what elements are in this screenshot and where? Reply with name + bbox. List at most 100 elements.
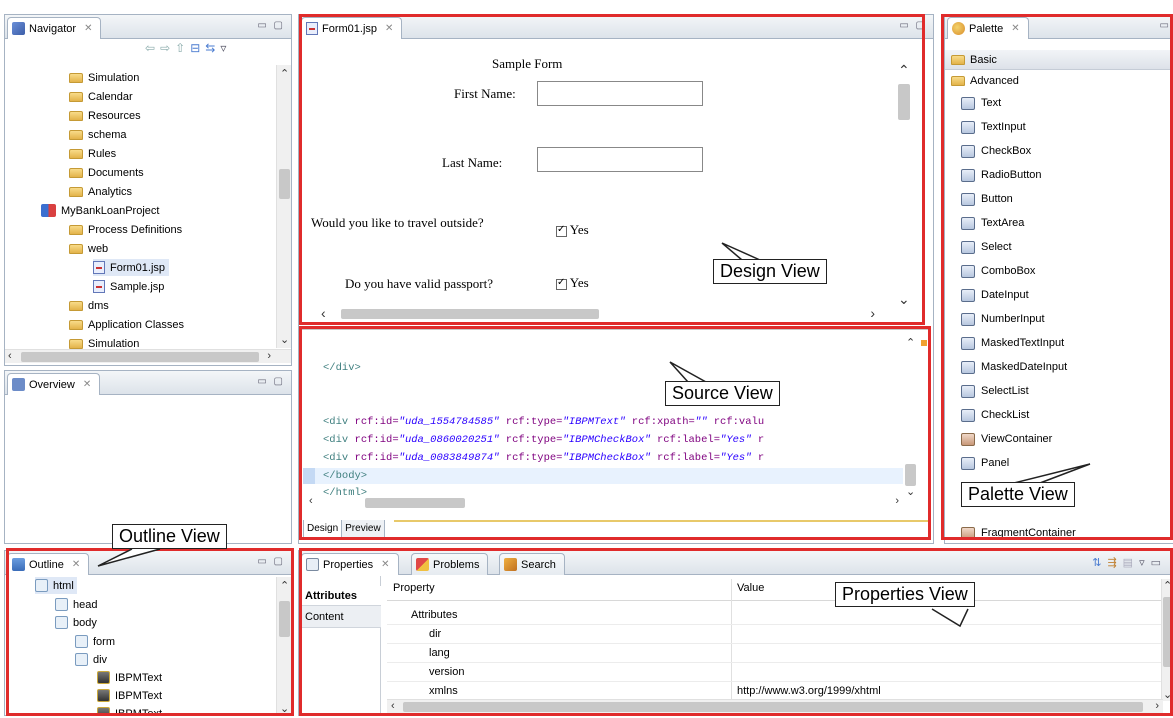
passport-checkbox[interactable] <box>556 277 567 290</box>
scroll-down-icon[interactable]: ⌄ <box>1163 688 1172 701</box>
scroll-thumb[interactable] <box>279 169 290 199</box>
scroll-up-icon[interactable]: ⌃ <box>906 336 915 349</box>
outline-item[interactable]: form <box>75 633 115 650</box>
view-menu-icon[interactable]: ▿ <box>1139 557 1151 569</box>
restore-default-icon[interactable]: ▤ <box>1123 557 1139 569</box>
scroll-down-icon[interactable]: ⌄ <box>280 333 289 346</box>
scroll-thumb[interactable] <box>1163 597 1173 667</box>
tab-navigator[interactable]: Navigator ✕ <box>7 17 102 39</box>
palette-item-text[interactable]: Text <box>961 93 1001 113</box>
tree-item[interactable]: Process Definitions <box>69 221 182 238</box>
scroll-up-icon[interactable]: ⌃ <box>280 67 289 80</box>
back-icon[interactable]: ⇦ <box>145 41 160 55</box>
tree-item[interactable]: web <box>69 240 108 257</box>
first-name-input[interactable] <box>537 81 703 106</box>
outline-item[interactable]: html <box>35 577 77 594</box>
tree-item[interactable]: Resources <box>69 107 141 124</box>
minimize-maximize-icon[interactable]: ▭ ▢ <box>257 556 285 567</box>
minimize-maximize-icon[interactable]: ▭ ▢ <box>899 20 927 31</box>
column-header-value[interactable]: Value <box>737 582 764 594</box>
palette-drawer-advanced[interactable]: Advanced <box>945 71 1173 91</box>
last-name-input[interactable] <box>537 147 703 172</box>
close-icon[interactable]: ✕ <box>381 559 389 570</box>
scroll-up-icon[interactable]: ⌃ <box>898 62 910 79</box>
palette-item-textarea[interactable]: TextArea <box>961 213 1024 233</box>
palette-item-combobox[interactable]: ComboBox <box>961 261 1035 281</box>
scroll-thumb[interactable] <box>341 309 599 319</box>
palette-item-checkbox[interactable]: CheckBox <box>961 141 1031 161</box>
scroll-thumb[interactable] <box>898 84 910 120</box>
tree-item-project[interactable]: MyBankLoanProject <box>41 202 159 219</box>
navigator-vscrollbar[interactable]: ⌃ ⌄ <box>276 65 291 348</box>
collapse-all-icon[interactable]: ⊟ <box>190 41 205 55</box>
palette-item-select[interactable]: Select <box>961 237 1012 257</box>
tree-item[interactable]: Simulation <box>69 69 139 86</box>
tab-form01-jsp[interactable]: Form01.jsp ✕ <box>301 17 403 39</box>
close-icon[interactable]: ✕ <box>72 559 80 570</box>
view-menu-icon[interactable]: ▿ <box>220 41 231 55</box>
up-icon[interactable]: ⇧ <box>175 41 190 55</box>
scroll-right-icon[interactable]: › <box>870 305 875 321</box>
scroll-left-icon[interactable]: ‹ <box>309 495 313 507</box>
properties-vscrollbar[interactable]: ⌃ ⌄ <box>1161 579 1173 701</box>
palette-item-textinput[interactable]: TextInput <box>961 117 1026 137</box>
travel-checkbox[interactable] <box>556 224 567 237</box>
tree-item[interactable]: dms <box>69 297 109 314</box>
scroll-thumb[interactable] <box>403 702 1143 712</box>
tab-overview[interactable]: Overview ✕ <box>7 373 101 395</box>
minimize-maximize-icon[interactable]: ▭ ▢ <box>257 376 285 387</box>
scroll-thumb[interactable] <box>905 464 916 486</box>
sort-icon[interactable]: ⇅ <box>1092 557 1107 569</box>
filter-icon[interactable]: ⇶ <box>1107 557 1122 569</box>
source-hscrollbar[interactable]: ‹ › <box>305 495 903 510</box>
forward-icon[interactable]: ⇨ <box>160 41 175 55</box>
minimize-icon[interactable]: ▭ <box>1151 557 1167 569</box>
tab-preview[interactable]: Preview <box>342 520 385 540</box>
minimize-icon[interactable]: ▭ <box>1160 20 1171 31</box>
scroll-thumb[interactable] <box>21 352 259 362</box>
outline-item[interactable]: IBPMText <box>97 687 162 704</box>
tree-item[interactable]: Rules <box>69 145 116 162</box>
close-icon[interactable]: ✕ <box>83 379 91 390</box>
tree-item[interactable]: Analytics <box>69 183 132 200</box>
column-header-property[interactable]: Property <box>393 582 435 594</box>
palette-item-button[interactable]: Button <box>961 189 1013 209</box>
outline-item[interactable]: head <box>55 596 97 613</box>
navigator-hscrollbar[interactable]: ‹ › <box>5 349 291 363</box>
palette-drawer-basic[interactable]: Basic <box>945 50 1173 70</box>
tree-item[interactable]: Documents <box>69 164 144 181</box>
tab-palette[interactable]: Palette ✕ <box>947 17 1029 39</box>
palette-item-selectlist[interactable]: SelectList <box>961 381 1029 401</box>
design-hscrollbar[interactable]: ‹ › <box>305 305 895 321</box>
tab-search[interactable]: Search <box>499 553 565 575</box>
scroll-thumb[interactable] <box>279 601 290 637</box>
scroll-right-icon[interactable]: › <box>1155 700 1159 712</box>
palette-item-viewcontainer[interactable]: ViewContainer <box>961 429 1052 449</box>
scroll-up-icon[interactable]: ⌃ <box>280 579 289 592</box>
scroll-right-icon[interactable]: › <box>895 495 899 507</box>
link-editor-icon[interactable]: ⇆ <box>205 41 220 55</box>
scroll-down-icon[interactable]: ⌄ <box>280 702 289 715</box>
scroll-right-icon[interactable]: › <box>267 350 271 362</box>
palette-item-radiobutton[interactable]: RadioButton <box>961 165 1042 185</box>
side-tab-content[interactable]: Content <box>299 606 381 628</box>
palette-item-checklist[interactable]: CheckList <box>961 405 1029 425</box>
property-row[interactable]: lang <box>387 644 1169 663</box>
scroll-thumb[interactable] <box>365 498 465 508</box>
outline-vscrollbar[interactable]: ⌃ ⌄ <box>276 577 291 715</box>
tab-properties[interactable]: Properties ✕ <box>301 553 399 575</box>
close-icon[interactable]: ✕ <box>84 23 92 34</box>
tab-outline[interactable]: Outline ✕ <box>7 553 90 575</box>
side-tab-attributes[interactable]: Attributes <box>299 586 381 606</box>
tree-item[interactable]: Sample.jsp <box>93 278 164 295</box>
source-vscrollbar[interactable]: ⌃ ⌄ <box>903 336 919 498</box>
palette-item-fragmentcontainer[interactable]: FragmentContainer <box>961 527 1076 541</box>
tree-item[interactable]: schema <box>69 126 127 143</box>
property-row[interactable]: Attributes <box>387 606 1169 625</box>
tree-item[interactable]: Calendar <box>69 88 133 105</box>
palette-item-panel[interactable]: Panel <box>961 453 1009 473</box>
palette-item-dateinput[interactable]: DateInput <box>961 285 1029 305</box>
close-icon[interactable]: ✕ <box>1011 23 1019 34</box>
outline-item[interactable]: IBPMText <box>97 669 162 686</box>
travel-checkbox-row[interactable]: Yes <box>556 222 589 238</box>
